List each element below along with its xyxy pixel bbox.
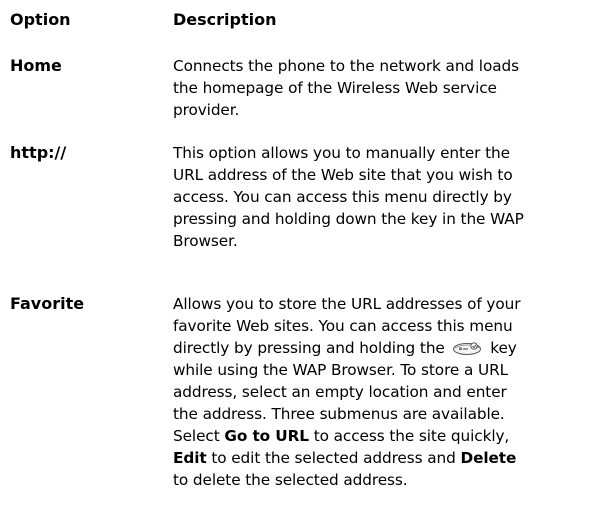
description-text: key: [490, 339, 517, 357]
description-line: access. You can access this menu directl…: [173, 188, 512, 206]
description-line: favorite Web sites. You can access this …: [173, 317, 513, 335]
description-text: to edit the selected address and: [211, 449, 456, 467]
wap-key-icon: [452, 342, 481, 355]
description-line: Select Go to URL to access the site quic…: [173, 425, 610, 447]
description-text: Select: [173, 427, 220, 445]
description-line: Edit to edit the selected address and De…: [173, 447, 610, 469]
table-row-favorite: Favorite Allows you to store the URL add…: [10, 293, 600, 493]
description-line: while using the WAP Browser. To store a …: [173, 361, 509, 379]
submenu-go-to-url: Go to URL: [224, 427, 309, 445]
description-line: address, select an empty location and en…: [173, 383, 507, 401]
description-line: the homepage of the Wireless Web service: [173, 79, 497, 97]
description-line: provider.: [173, 101, 240, 119]
table-row-home: Home Connects the phone to the network a…: [10, 55, 600, 121]
table-row-http: http:// This option allows you to manual…: [10, 142, 600, 252]
option-description-favorite: Allows you to store the URL addresses of…: [173, 293, 610, 491]
description-line: This option allows you to manually enter…: [173, 144, 510, 162]
submenu-delete: Delete: [460, 449, 517, 467]
document-page: Option Description Home Connects the pho…: [0, 0, 610, 516]
option-column-heading: Option: [10, 10, 71, 29]
description-line: URL address of the Web site that you wis…: [173, 166, 513, 184]
option-name-http: http://: [10, 143, 67, 162]
option-description-home: Connects the phone to the network and lo…: [173, 55, 610, 121]
option-name-favorite: Favorite: [10, 294, 85, 313]
option-name-home: Home: [10, 56, 62, 75]
option-description-http: This option allows you to manually enter…: [173, 142, 610, 252]
description-column-heading: Description: [173, 10, 277, 29]
description-line: Connects the phone to the network and lo…: [173, 57, 519, 75]
description-line: Browser.: [173, 232, 238, 250]
description-line: directly by pressing and holding the key: [173, 337, 610, 359]
description-line: Allows you to store the URL addresses of…: [173, 295, 521, 313]
description-line: pressing and holding down the key in the…: [173, 210, 524, 228]
description-line: to delete the selected address.: [173, 471, 408, 489]
table-header: Option Description: [10, 9, 600, 31]
description-line: the address. Three submenus are availabl…: [173, 405, 505, 423]
description-text: directly by pressing and holding the: [173, 339, 445, 357]
description-text: to access the site quickly,: [313, 427, 510, 445]
submenu-edit: Edit: [173, 449, 207, 467]
